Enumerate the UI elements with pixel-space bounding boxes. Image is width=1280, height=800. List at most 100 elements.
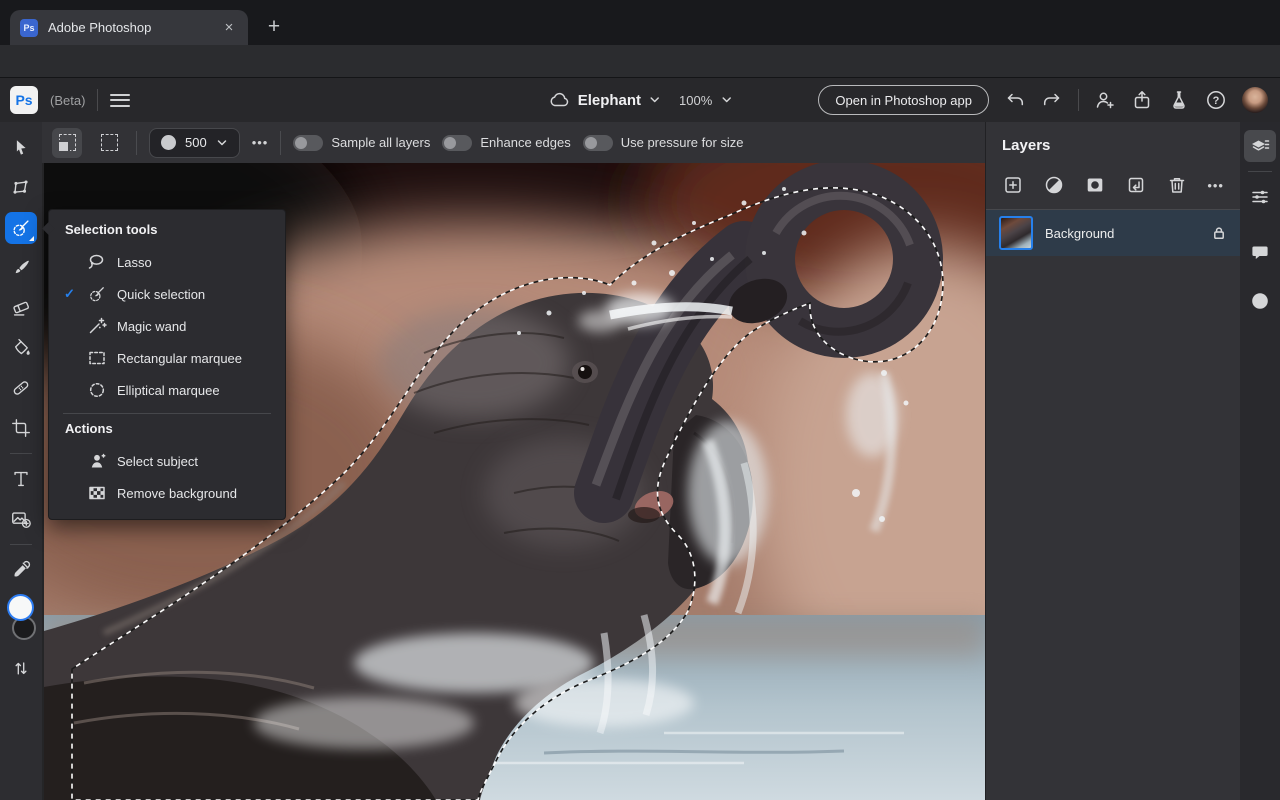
swap-arrows-icon <box>15 662 27 675</box>
rail-layers-button[interactable] <box>1244 130 1276 162</box>
browser-tab-strip: Ps Adobe Photoshop × + <box>0 0 1280 45</box>
tool-heal[interactable] <box>5 372 37 404</box>
brush-size-value: 500 <box>185 135 207 150</box>
redo-button[interactable] <box>1041 90 1063 110</box>
layer-thumbnail[interactable] <box>999 216 1033 250</box>
zoom-level[interactable]: 100% <box>679 93 712 108</box>
tool-crop[interactable] <box>5 412 37 444</box>
tool-add-image[interactable] <box>5 503 37 535</box>
menu-item-rectangular-marquee[interactable]: Rectangular marquee <box>49 342 285 374</box>
app-header: Ps (Beta) Elephant 100% Open in Photosho… <box>0 78 1280 122</box>
open-in-photoshop-app-button[interactable]: Open in Photoshop app <box>818 85 989 115</box>
beta-flask-button[interactable] <box>1168 89 1190 111</box>
document-name[interactable]: Elephant <box>578 92 641 109</box>
rectangular-marquee-icon <box>87 348 107 368</box>
use-pressure-toggle[interactable] <box>582 134 613 151</box>
layers-icon <box>1252 140 1270 151</box>
action-select-subject[interactable]: Select subject <box>49 445 285 477</box>
photoshop-logo: Ps <box>10 86 38 114</box>
add-image-tool-icon <box>12 512 31 528</box>
svg-text:?: ? <box>1213 95 1220 107</box>
info-icon <box>1252 293 1268 309</box>
photoshop-favicon: Ps <box>20 18 38 37</box>
menu-item-lasso[interactable]: Lasso <box>49 246 285 278</box>
tab-close-button[interactable]: × <box>220 19 238 37</box>
tool-type[interactable] <box>5 463 37 495</box>
tool-options-bar: 500 ••• Sample all layers Enhance edges … <box>42 122 985 163</box>
chevron-down-icon[interactable] <box>720 94 732 106</box>
foreground-color-swatch[interactable] <box>7 594 34 621</box>
help-button[interactable]: ? <box>1205 89 1227 111</box>
selection-mode-add-button[interactable] <box>52 127 82 158</box>
browser-tab[interactable]: Ps Adobe Photoshop × <box>10 10 248 45</box>
chevron-down-icon[interactable] <box>649 94 661 106</box>
tool-fill-bucket[interactable] <box>5 332 37 364</box>
layers-panel-title: Layers <box>1002 137 1051 154</box>
layers-more-button[interactable]: ••• <box>1207 178 1224 193</box>
tab-title: Adobe Photoshop <box>48 20 152 35</box>
layers-panel: Layers ••• Background <box>985 122 1240 800</box>
selection-mode-subtract-button[interactable] <box>94 128 124 158</box>
actions-title: Actions <box>65 421 113 436</box>
brush-size-dropdown[interactable]: 500 <box>149 127 240 158</box>
menu-title: Selection tools <box>65 222 158 237</box>
brush-tool-icon <box>15 260 29 274</box>
tool-transform[interactable] <box>5 172 37 204</box>
elliptical-marquee-icon <box>87 380 107 400</box>
comment-icon <box>1252 246 1268 259</box>
beta-label: (Beta) <box>50 92 86 108</box>
paint-bucket-tool-icon <box>14 338 30 355</box>
new-tab-button[interactable]: + <box>260 13 288 41</box>
share-export-button[interactable] <box>1131 89 1153 111</box>
eraser-tool-icon <box>13 301 29 316</box>
more-options-button[interactable]: ••• <box>252 135 269 150</box>
tool-brush[interactable] <box>5 252 37 284</box>
layer-lock-icon[interactable] <box>1211 225 1227 241</box>
menu-item-elliptical-marquee[interactable]: Elliptical marquee <box>49 374 285 406</box>
chevron-down-icon <box>217 139 226 145</box>
swap-colors-button[interactable] <box>5 652 37 684</box>
layer-mask-button[interactable] <box>1084 174 1106 196</box>
eyedropper-tool-icon <box>14 560 31 577</box>
app-menu-button[interactable] <box>110 93 131 107</box>
tool-eraser[interactable] <box>5 292 37 324</box>
adjustment-layer-button[interactable] <box>1043 174 1065 196</box>
transform-tool-icon <box>13 180 28 194</box>
tool-move[interactable] <box>5 132 37 164</box>
remove-background-icon <box>87 483 107 503</box>
selection-tools-menu: Selection tools Lasso ✓ Quick selection … <box>48 209 286 520</box>
tool-quick-selection[interactable] <box>5 212 37 244</box>
enhance-edges-toggle[interactable] <box>442 134 473 151</box>
browser-toolbar: ← → https://photoshop.adobe.com <box>0 45 1280 120</box>
quick-selection-icon <box>87 284 107 304</box>
lasso-icon <box>87 252 107 272</box>
color-swatches[interactable] <box>3 594 39 644</box>
type-tool-icon <box>14 471 28 487</box>
sample-all-layers-toggle[interactable] <box>293 134 324 151</box>
quick-selection-tool-icon <box>13 220 29 237</box>
account-avatar[interactable] <box>1242 87 1268 113</box>
add-layer-button[interactable] <box>1002 174 1024 196</box>
magic-wand-icon <box>87 316 107 336</box>
undo-button[interactable] <box>1004 90 1026 110</box>
move-tool-icon <box>16 140 26 155</box>
menu-item-magic-wand[interactable]: Magic wand <box>49 310 285 342</box>
tools-sidebar <box>0 122 42 800</box>
action-remove-background[interactable]: Remove background <box>49 477 285 509</box>
sliders-icon <box>1252 190 1268 204</box>
cloud-sync-icon <box>550 92 569 107</box>
duplicate-layer-button[interactable] <box>1125 174 1147 196</box>
layer-row-background[interactable]: Background <box>986 210 1240 256</box>
layer-name: Background <box>1045 225 1115 241</box>
delete-layer-button[interactable] <box>1166 174 1188 196</box>
menu-item-quick-selection[interactable]: ✓ Quick selection <box>49 278 285 310</box>
invite-person-add-button[interactable] <box>1094 89 1116 111</box>
rail-comments-button[interactable] <box>1244 236 1276 268</box>
select-subject-icon <box>87 451 107 471</box>
healing-tool-icon <box>13 381 29 395</box>
brush-preview-icon <box>161 135 176 150</box>
tool-eyedropper[interactable] <box>5 554 37 586</box>
rail-adjustments-button[interactable] <box>1244 181 1276 213</box>
rail-info-button[interactable] <box>1244 285 1276 317</box>
panel-rail <box>1240 122 1280 800</box>
